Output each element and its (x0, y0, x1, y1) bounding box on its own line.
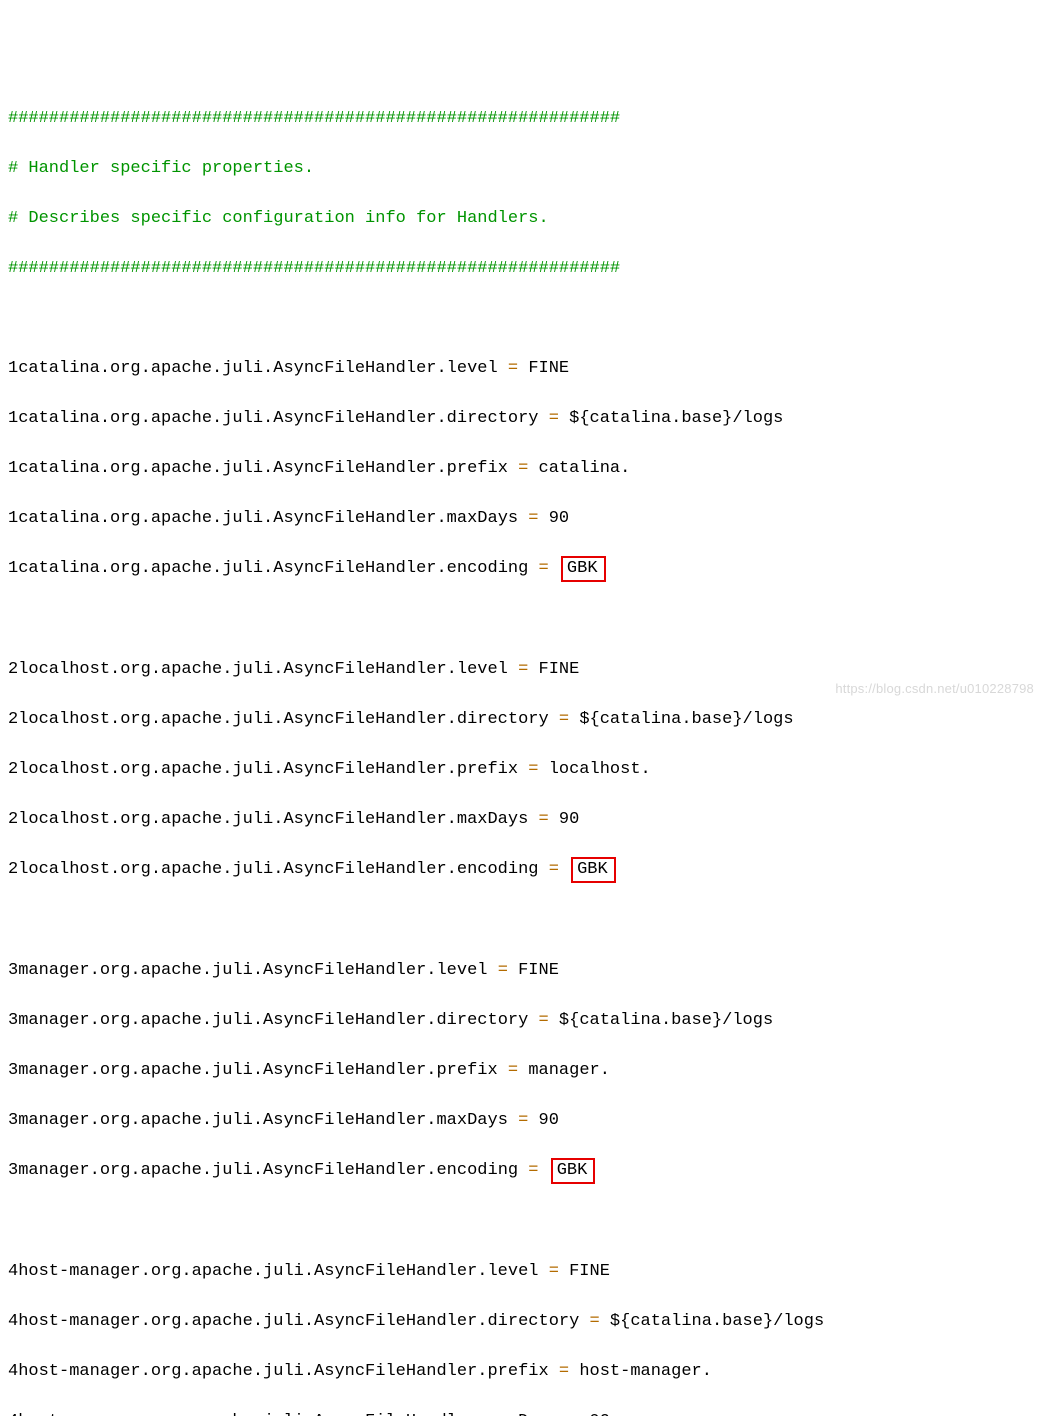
equals: = (508, 660, 539, 679)
comment-line-1: # Handler specific properties. (8, 156, 1040, 181)
prop-key: 2localhost.org.apache.juli.AsyncFileHand… (8, 860, 539, 879)
prop-value: catalina. (539, 459, 631, 478)
prop-value: manager. (528, 1061, 610, 1080)
prop-line: 2localhost.org.apache.juli.AsyncFileHand… (8, 657, 1040, 682)
prop-key: 2localhost.org.apache.juli.AsyncFileHand… (8, 760, 518, 779)
equals: = (528, 810, 559, 829)
equals: = (549, 1362, 580, 1381)
prop-line: 1catalina.org.apache.juli.AsyncFileHandl… (8, 556, 1040, 582)
prop-key: 4host-manager.org.apache.juli.AsyncFileH… (8, 1312, 579, 1331)
prop-line: 3manager.org.apache.juli.AsyncFileHandle… (8, 1158, 1040, 1184)
prop-line: 4host-manager.org.apache.juli.AsyncFileH… (8, 1309, 1040, 1334)
comment-hr: ########################################… (8, 256, 1040, 281)
prop-key: 4host-manager.org.apache.juli.AsyncFileH… (8, 1362, 549, 1381)
prop-line: 1catalina.org.apache.juli.AsyncFileHandl… (8, 456, 1040, 481)
prop-line: 3manager.org.apache.juli.AsyncFileHandle… (8, 1108, 1040, 1133)
prop-value: 90 (559, 810, 579, 829)
prop-key: 3manager.org.apache.juli.AsyncFileHandle… (8, 961, 488, 980)
highlighted-value: GBK (561, 556, 606, 582)
highlighted-value: GBK (551, 1158, 596, 1184)
equals: = (579, 1312, 610, 1331)
equals: = (498, 1061, 529, 1080)
prop-line: 4host-manager.org.apache.juli.AsyncFileH… (8, 1359, 1040, 1384)
prop-line: 3manager.org.apache.juli.AsyncFileHandle… (8, 1058, 1040, 1083)
prop-value: FINE (569, 1262, 610, 1281)
prop-key: 1catalina.org.apache.juli.AsyncFileHandl… (8, 359, 498, 378)
prop-value: FINE (528, 359, 569, 378)
prop-line: 3manager.org.apache.juli.AsyncFileHandle… (8, 1008, 1040, 1033)
blank-line (8, 1209, 1040, 1234)
equals: = (539, 860, 570, 879)
equals: = (508, 1111, 539, 1130)
prop-key: 4host-manager.org.apache.juli.AsyncFileH… (8, 1412, 559, 1416)
prop-key: 1catalina.org.apache.juli.AsyncFileHandl… (8, 559, 528, 578)
comment-line-2: # Describes specific configuration info … (8, 206, 1040, 231)
prop-key: 2localhost.org.apache.juli.AsyncFileHand… (8, 810, 528, 829)
equals: = (528, 559, 559, 578)
prop-value: host-manager. (579, 1362, 712, 1381)
equals: = (539, 1262, 570, 1281)
prop-value: FINE (539, 660, 580, 679)
prop-key: 2localhost.org.apache.juli.AsyncFileHand… (8, 710, 549, 729)
prop-line: 4host-manager.org.apache.juli.AsyncFileH… (8, 1259, 1040, 1284)
prop-value: 90 (549, 509, 569, 528)
prop-line: 1catalina.org.apache.juli.AsyncFileHandl… (8, 506, 1040, 531)
prop-line: 2localhost.org.apache.juli.AsyncFileHand… (8, 757, 1040, 782)
prop-key: 3manager.org.apache.juli.AsyncFileHandle… (8, 1111, 508, 1130)
prop-value: ${catalina.base}/logs (579, 710, 793, 729)
highlighted-value: GBK (571, 857, 616, 883)
prop-value: 90 (539, 1111, 559, 1130)
equals: = (528, 1011, 559, 1030)
equals: = (508, 459, 539, 478)
blank-line (8, 607, 1040, 632)
prop-key: 1catalina.org.apache.juli.AsyncFileHandl… (8, 509, 518, 528)
prop-value: ${catalina.base}/logs (569, 409, 783, 428)
prop-value: FINE (518, 961, 559, 980)
prop-key: 3manager.org.apache.juli.AsyncFileHandle… (8, 1061, 498, 1080)
prop-line: 1catalina.org.apache.juli.AsyncFileHandl… (8, 406, 1040, 431)
prop-line: 2localhost.org.apache.juli.AsyncFileHand… (8, 707, 1040, 732)
prop-key: 4host-manager.org.apache.juli.AsyncFileH… (8, 1262, 539, 1281)
prop-line: 3manager.org.apache.juli.AsyncFileHandle… (8, 958, 1040, 983)
equals: = (539, 409, 570, 428)
prop-line: 1catalina.org.apache.juli.AsyncFileHandl… (8, 356, 1040, 381)
blank-line (8, 306, 1040, 331)
prop-key: 3manager.org.apache.juli.AsyncFileHandle… (8, 1161, 518, 1180)
prop-line: 2localhost.org.apache.juli.AsyncFileHand… (8, 807, 1040, 832)
equals: = (559, 1412, 590, 1416)
equals: = (518, 760, 549, 779)
blank-line (8, 908, 1040, 933)
prop-key: 1catalina.org.apache.juli.AsyncFileHandl… (8, 459, 508, 478)
equals: = (488, 961, 519, 980)
prop-value: ${catalina.base}/logs (559, 1011, 773, 1030)
prop-line: 2localhost.org.apache.juli.AsyncFileHand… (8, 857, 1040, 883)
prop-line: 4host-manager.org.apache.juli.AsyncFileH… (8, 1409, 1040, 1416)
prop-value: localhost. (549, 760, 651, 779)
equals: = (518, 1161, 549, 1180)
prop-key: 3manager.org.apache.juli.AsyncFileHandle… (8, 1011, 528, 1030)
equals: = (549, 710, 580, 729)
equals: = (498, 359, 529, 378)
prop-key: 2localhost.org.apache.juli.AsyncFileHand… (8, 660, 508, 679)
prop-key: 1catalina.org.apache.juli.AsyncFileHandl… (8, 409, 539, 428)
equals: = (518, 509, 549, 528)
comment-hr: ########################################… (8, 106, 1040, 131)
prop-value: 90 (590, 1412, 610, 1416)
prop-value: ${catalina.base}/logs (610, 1312, 824, 1331)
